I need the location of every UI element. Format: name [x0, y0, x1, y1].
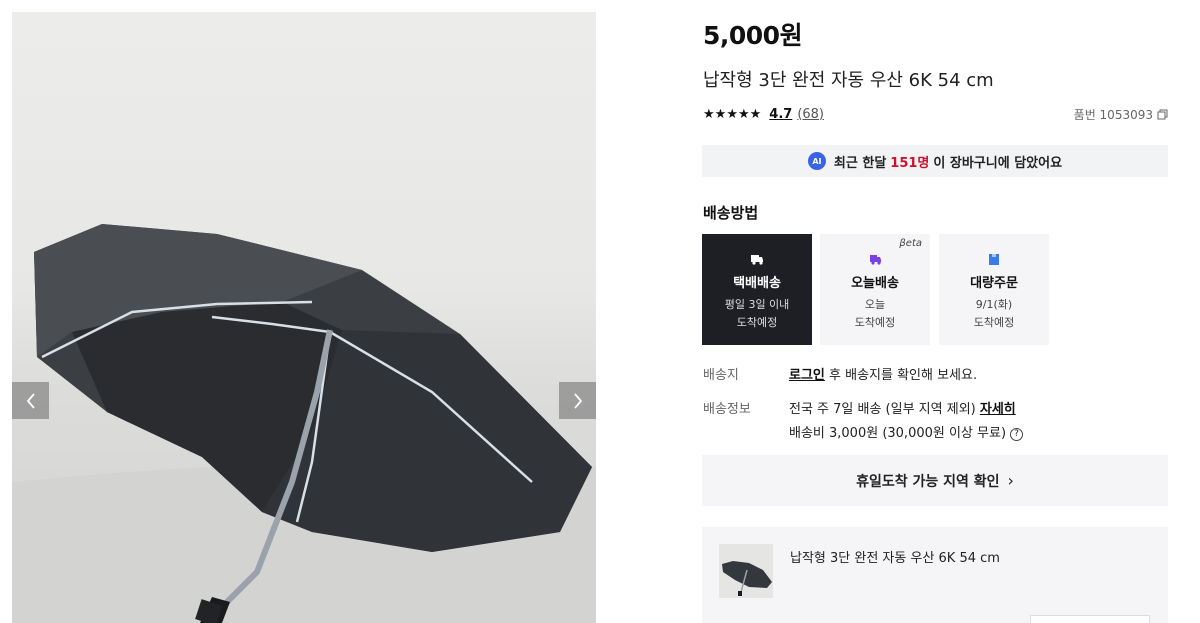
shipping-method-title: 배송방법 [703, 204, 759, 222]
fast-delivery-icon [870, 255, 881, 265]
shipping-info-label: 배송정보 [703, 402, 751, 417]
destination-text: 후 배송지를 확인해 보세요. [824, 368, 978, 383]
shipping-option-parcel[interactable]: 택배배송 평일 3일 이내 도착예정 [702, 234, 812, 345]
selected-item-name: 납작형 3단 완전 자동 우산 6K 54 cm [790, 551, 1000, 566]
copy-icon[interactable] [1157, 109, 1168, 120]
rating-row: ★ ★ ★ ★ ★ 4.7 (68) [703, 105, 824, 123]
product-price: 5,000원 [703, 21, 803, 50]
star-icon: ★ [749, 106, 762, 122]
chevron-right-icon: › [1007, 471, 1014, 490]
item-thumbnail [719, 544, 773, 598]
chevron-left-icon [26, 392, 35, 409]
help-icon[interactable]: ? [1010, 427, 1024, 441]
selected-item-card: 납작형 3단 완전 자동 우산 6K 54 cm [702, 527, 1168, 623]
shipping-option-name: 택배배송 [733, 276, 781, 291]
chevron-right-icon [573, 392, 582, 409]
star-icon: ★ [726, 106, 738, 122]
shipping-option-note: 도착예정 [854, 316, 896, 329]
shipping-option-note: 도착예정 [973, 316, 1015, 329]
ai-badge-icon: AI [807, 152, 826, 170]
shipping-fee: 배송비 3,000원 (30,000원 이상 무료)? [789, 422, 1024, 441]
rating-value[interactable]: 4.7 [769, 107, 792, 122]
shipping-info-text: 전국 주 7일 배송 (일부 지역 제외) [789, 402, 980, 417]
shipping-option-note: 도착예정 [736, 316, 778, 329]
shipping-option-name: 대량주문 [970, 276, 1018, 291]
ai-banner-prefix: 최근 한달 [833, 155, 887, 171]
beta-badge: βeta [899, 238, 922, 249]
holiday-button-label: 휴일도착 가능 지역 확인 [856, 473, 1000, 490]
product-code-text: 품번 1053093 [1073, 108, 1153, 122]
rating-stars: ★ ★ ★ ★ ★ [703, 108, 761, 121]
box-icon [989, 254, 999, 265]
star-icon: ★ [737, 106, 750, 122]
shipping-fee-text: 배송비 3,000원 (30,000원 이상 무료) [789, 426, 1007, 441]
shipping-option-eta: 오늘 [864, 298, 886, 311]
review-count-link[interactable]: (68) [797, 107, 824, 122]
shipping-option-today[interactable]: βeta 오늘배송 오늘 도착예정 [820, 234, 930, 345]
star-icon: ★ [714, 106, 727, 122]
product-image-umbrella [12, 224, 596, 623]
shipping-option-bulk[interactable]: 대량주문 9/1(화) 도착예정 [939, 234, 1049, 345]
login-link[interactable]: 로그인 [789, 368, 825, 383]
shipping-info-value: 전국 주 7일 배송 (일부 지역 제외) 자세히 [789, 398, 1016, 417]
ai-cart-banner: AI 최근 한달 151명 이 장바구니에 담았어요 [702, 145, 1168, 177]
quantity-box[interactable] [1030, 615, 1150, 623]
gallery-prev-button[interactable] [12, 382, 49, 419]
destination-label: 배송지 [703, 368, 739, 383]
details-link[interactable]: 자세히 [980, 402, 1016, 417]
truck-icon [751, 255, 763, 265]
ai-banner-count: 151명 [890, 155, 930, 171]
shipping-option-eta: 9/1(화) [975, 298, 1013, 311]
holiday-delivery-check-button[interactable]: 휴일도착 가능 지역 확인 › [702, 455, 1168, 506]
ai-banner-suffix: 이 장바구니에 담았어요 [933, 155, 1063, 171]
shipping-option-name: 오늘배송 [851, 276, 899, 291]
gallery-next-button[interactable] [559, 382, 596, 419]
shipping-option-eta: 평일 3일 이내 [724, 298, 790, 311]
product-image-gallery [12, 12, 596, 623]
product-title: 납작형 3단 완전 자동 우산 6K 54 cm [703, 70, 994, 91]
destination-value: 로그인 후 배송지를 확인해 보세요. [789, 364, 977, 383]
product-code: 품번 1053093 [1074, 106, 1168, 123]
umbrella-thumbnail-image [719, 544, 773, 598]
star-icon: ★ [703, 106, 715, 122]
